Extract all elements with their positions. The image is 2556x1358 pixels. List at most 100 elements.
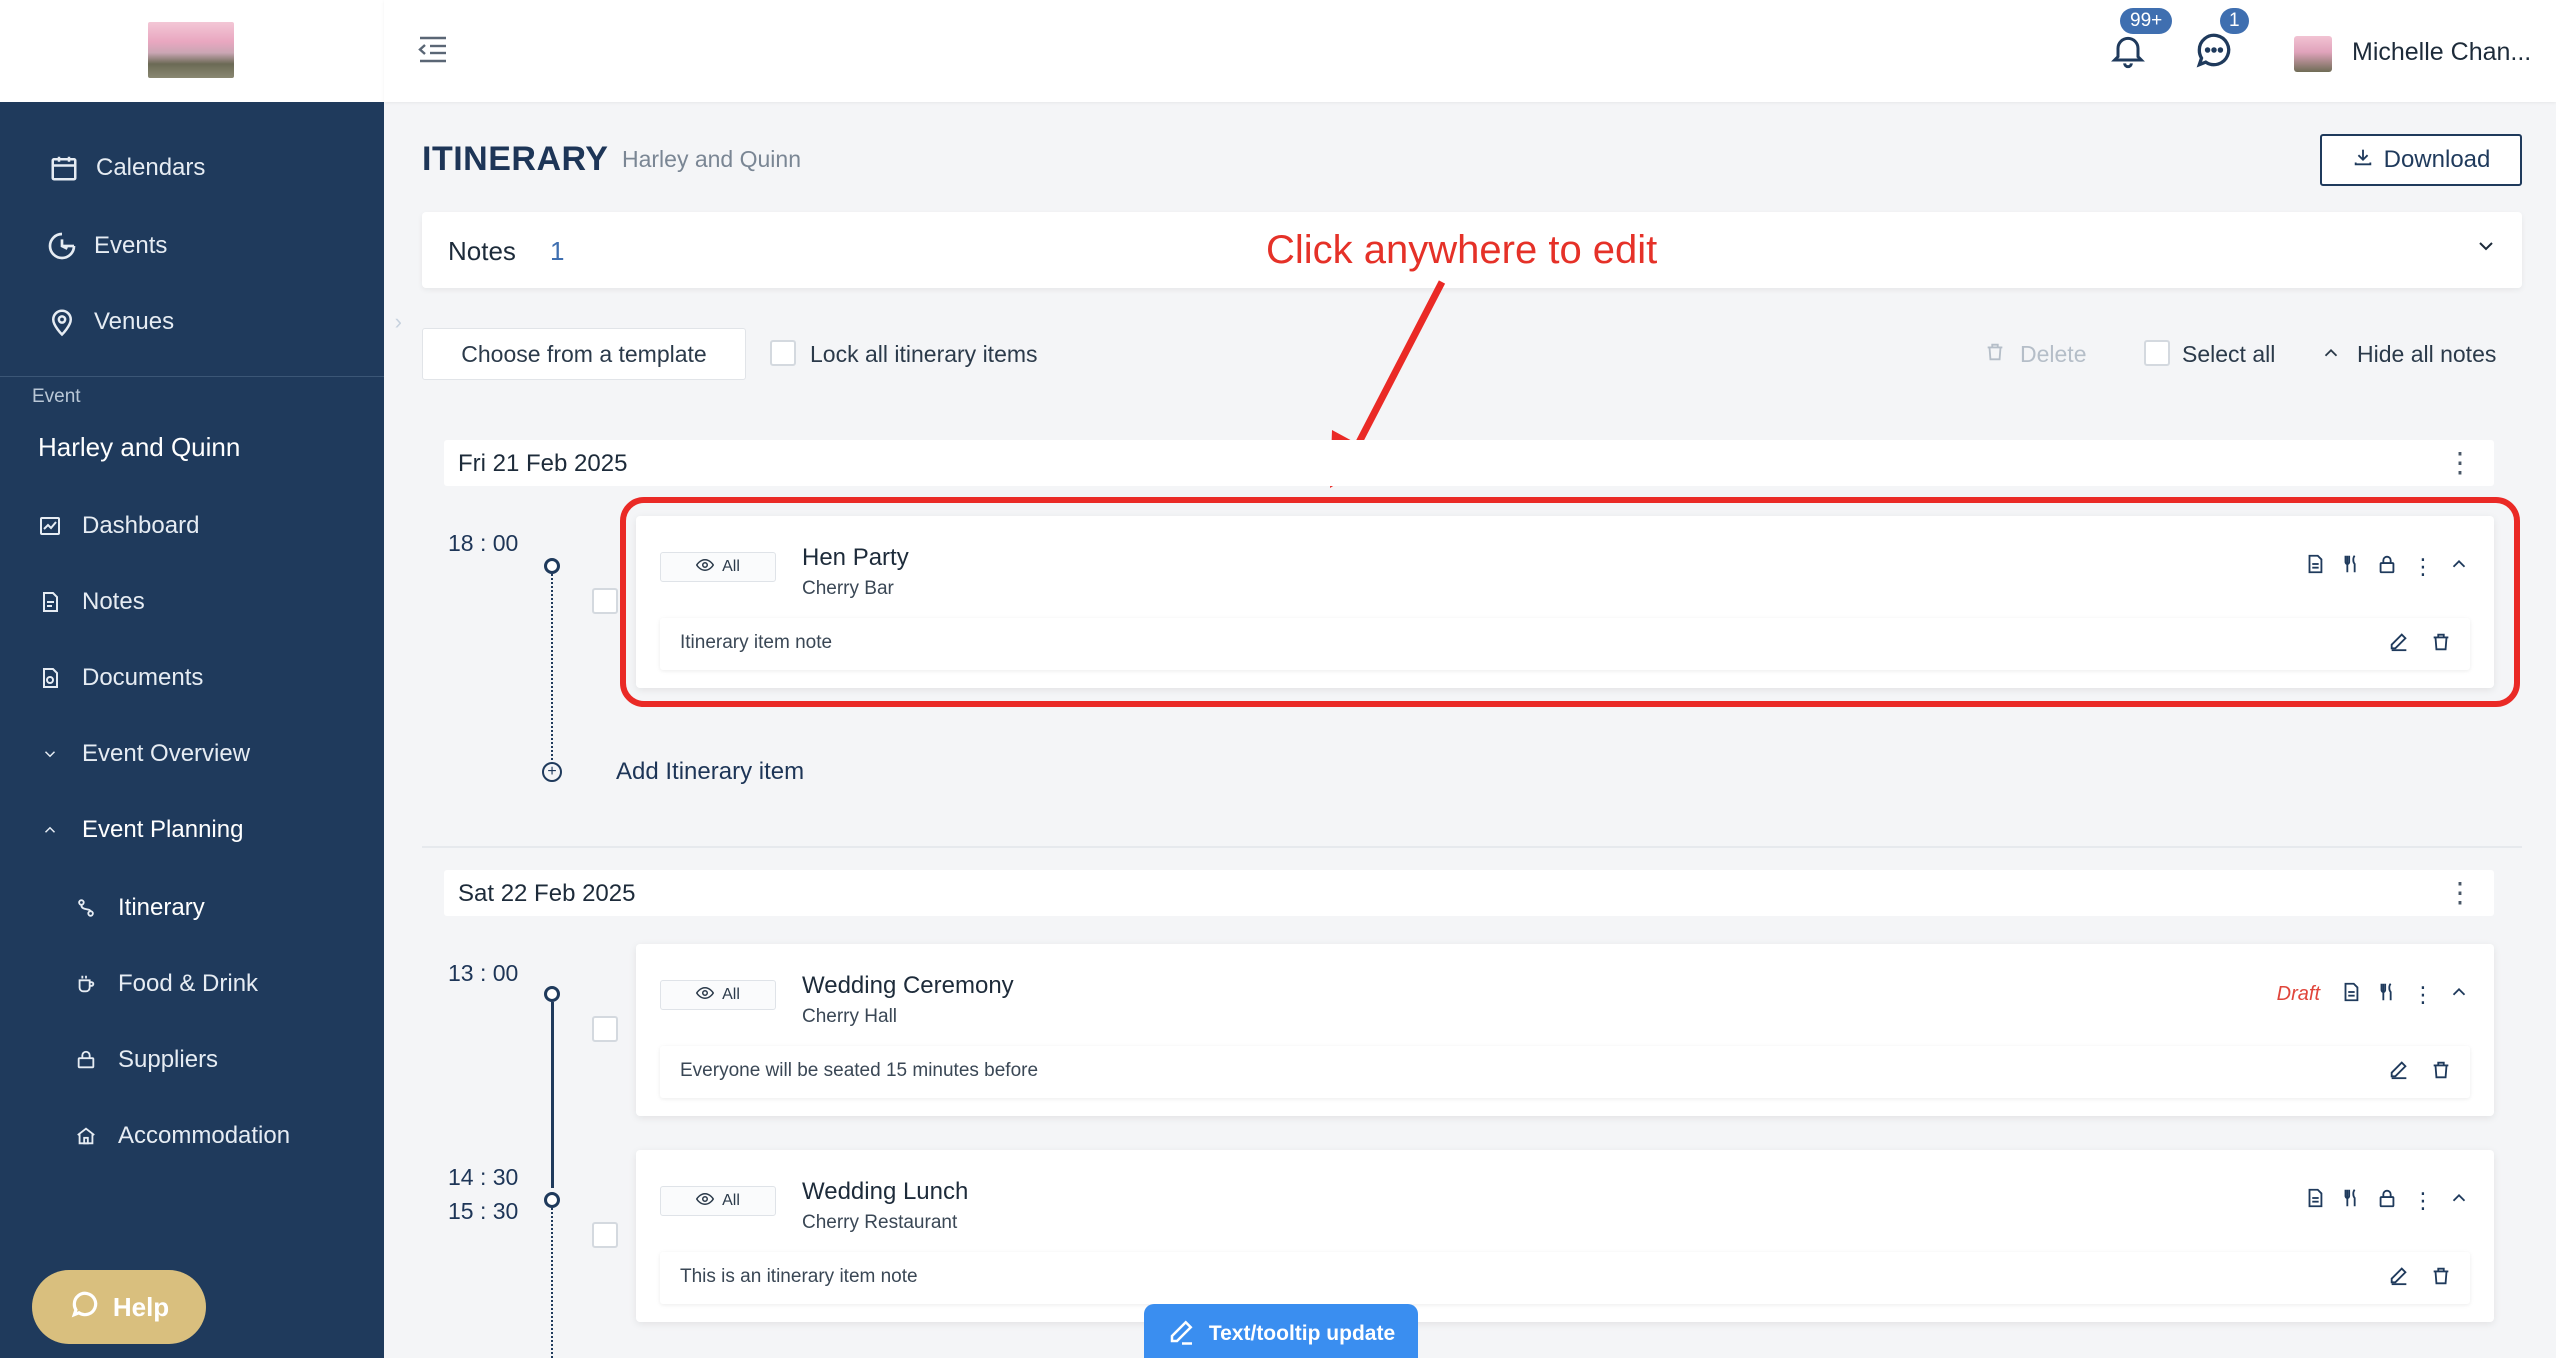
itinerary-item-card[interactable]: All Wedding Lunch Cherry Restaurant ⋮ Th… — [636, 1150, 2494, 1322]
delete-button[interactable]: Delete — [2020, 341, 2086, 368]
sidebar-item-label: Notes — [82, 588, 145, 615]
visibility-pill[interactable]: All — [660, 980, 776, 1010]
help-button[interactable]: Help — [32, 1270, 206, 1344]
messages-badge: 1 — [2220, 8, 2249, 34]
item-time[interactable]: 18 : 00 — [448, 530, 518, 557]
document-icon[interactable] — [2340, 980, 2362, 1009]
item-title: Wedding Ceremony — [802, 972, 1014, 999]
timeline-node — [544, 558, 560, 574]
draft-badge: Draft — [2276, 983, 2320, 1005]
sidebar-item-venues[interactable]: Venues › — [46, 306, 430, 338]
day-header: Fri 21 Feb 2025 ⋮ — [444, 440, 2494, 486]
sidebar-item-calendars[interactable]: Calendars — [48, 152, 432, 184]
item-end-time[interactable]: 15 : 30 — [448, 1198, 518, 1225]
events-icon — [46, 230, 78, 262]
edit-pencil-icon — [1167, 1316, 1197, 1352]
trash-icon[interactable] — [2430, 1264, 2452, 1293]
trash-icon[interactable] — [2430, 1058, 2452, 1087]
chevron-down-icon[interactable] — [2474, 234, 2498, 265]
user-avatar[interactable] — [2294, 36, 2332, 72]
more-options-icon[interactable]: ⋮ — [2446, 446, 2474, 479]
sidebar-event-name[interactable]: Harley and Quinn — [38, 432, 240, 463]
documents-icon — [34, 662, 66, 694]
sidebar-item-label: Documents — [82, 664, 204, 691]
item-select-checkbox[interactable] — [592, 1016, 618, 1042]
item-venue: Cherry Restaurant — [802, 1212, 958, 1233]
text-tooltip-update-button[interactable]: Text/tooltip update — [1144, 1304, 1418, 1358]
menu-collapse-icon[interactable] — [416, 34, 450, 69]
messages-chat-icon[interactable] — [2192, 28, 2236, 77]
fork-knife-icon[interactable] — [2376, 980, 2398, 1009]
item-note[interactable]: Everyone will be seated 15 minutes befor… — [660, 1046, 2470, 1098]
sidebar-item-food-drink[interactable]: Food & Drink — [70, 968, 454, 1000]
user-name[interactable]: Michelle Chan... — [2352, 38, 2531, 67]
help-label: Help — [112, 1291, 170, 1322]
fork-knife-icon[interactable] — [2340, 1186, 2362, 1215]
more-options-icon[interactable]: ⋮ — [2446, 876, 2474, 909]
item-time[interactable]: 13 : 00 — [448, 960, 518, 987]
sidebar-item-notes[interactable]: Notes — [34, 586, 418, 618]
sidebar-section-label: Event — [32, 386, 81, 407]
eye-icon — [695, 986, 715, 1005]
note-actions — [2388, 1264, 2452, 1293]
document-icon[interactable] — [2304, 1186, 2326, 1215]
visibility-pill[interactable]: All — [660, 1186, 776, 1216]
chevron-up-icon[interactable] — [2448, 981, 2470, 1008]
item-note[interactable]: This is an itinerary item note — [660, 1252, 2470, 1304]
sidebar-item-event-planning[interactable]: Event Planning — [34, 814, 418, 846]
hide-all-notes-button[interactable]: Hide all notes — [2357, 341, 2496, 368]
note-actions — [2388, 1058, 2452, 1087]
chevron-up-icon — [34, 814, 66, 846]
food-drink-icon — [70, 968, 102, 1000]
item-note-text: Everyone will be seated 15 minutes befor… — [680, 1060, 1039, 1081]
trash-icon — [1984, 340, 2006, 369]
sidebar-item-events[interactable]: Events — [46, 230, 430, 262]
choose-template-button[interactable]: Choose from a template — [422, 328, 746, 380]
sidebar-item-label: Itinerary — [118, 894, 205, 921]
sidebar-item-label: Events — [94, 232, 168, 259]
notes-label: Notes — [448, 236, 516, 266]
sidebar-item-itinerary[interactable]: Itinerary — [70, 892, 454, 924]
notes-icon — [34, 586, 66, 618]
top-bar: 99+ 1 Michelle Chan... — [384, 0, 2556, 102]
timeline-node — [544, 986, 560, 1002]
annotation-highlight-box — [620, 497, 2520, 707]
sidebar-item-documents[interactable]: Documents — [34, 662, 418, 694]
chevron-right-icon: › — [394, 309, 402, 334]
sidebar-item-label: Suppliers — [118, 1046, 219, 1073]
visibility-label: All — [722, 986, 740, 1003]
download-icon — [2352, 146, 2374, 175]
calendar-icon — [48, 152, 80, 184]
item-select-checkbox[interactable] — [592, 588, 618, 614]
sidebar-item-event-overview[interactable]: Event Overview — [34, 738, 418, 770]
day-date: Sat 22 Feb 2025 — [458, 880, 636, 907]
add-itinerary-item-button[interactable]: Add Itinerary item — [616, 758, 804, 786]
item-time[interactable]: 14 : 30 — [448, 1164, 518, 1191]
more-options-icon[interactable]: ⋮ — [2412, 1188, 2434, 1214]
sidebar: Calendars Events Venues › Event Harley a… — [0, 0, 402, 1358]
notifications-bell-icon[interactable] — [2108, 28, 2148, 77]
item-select-checkbox[interactable] — [592, 1222, 618, 1248]
chevron-up-icon[interactable] — [2448, 1187, 2470, 1214]
brand-logo[interactable] — [148, 22, 234, 78]
sidebar-item-label: Food & Drink — [118, 970, 259, 997]
home-icon — [70, 1120, 102, 1152]
sidebar-item-dashboard[interactable]: Dashboard — [34, 510, 418, 542]
sidebar-item-suppliers[interactable]: Suppliers — [70, 1044, 454, 1076]
add-circle-icon[interactable]: + — [542, 762, 562, 782]
logo-area — [0, 0, 384, 102]
download-button[interactable]: Download — [2320, 134, 2522, 186]
lock-icon[interactable] — [2376, 1186, 2398, 1215]
eye-icon — [695, 1192, 715, 1211]
sidebar-item-label: Event Overview — [82, 740, 251, 767]
itinerary-item-card[interactable]: All Wedding Ceremony Cherry Hall Draft ⋮… — [636, 944, 2494, 1116]
edit-pencil-icon[interactable] — [2388, 1058, 2410, 1087]
lock-all-checkbox[interactable] — [770, 340, 796, 366]
more-options-icon[interactable]: ⋮ — [2412, 982, 2434, 1008]
edit-pencil-icon[interactable] — [2388, 1264, 2410, 1293]
select-all-checkbox[interactable] — [2144, 340, 2170, 366]
lock-all-label: Lock all itinerary items — [810, 341, 1038, 367]
item-title: Wedding Lunch — [802, 1178, 969, 1205]
tooltip-button-label: Text/tooltip update — [1208, 1322, 1396, 1345]
sidebar-item-accommodation[interactable]: Accommodation — [70, 1120, 454, 1152]
